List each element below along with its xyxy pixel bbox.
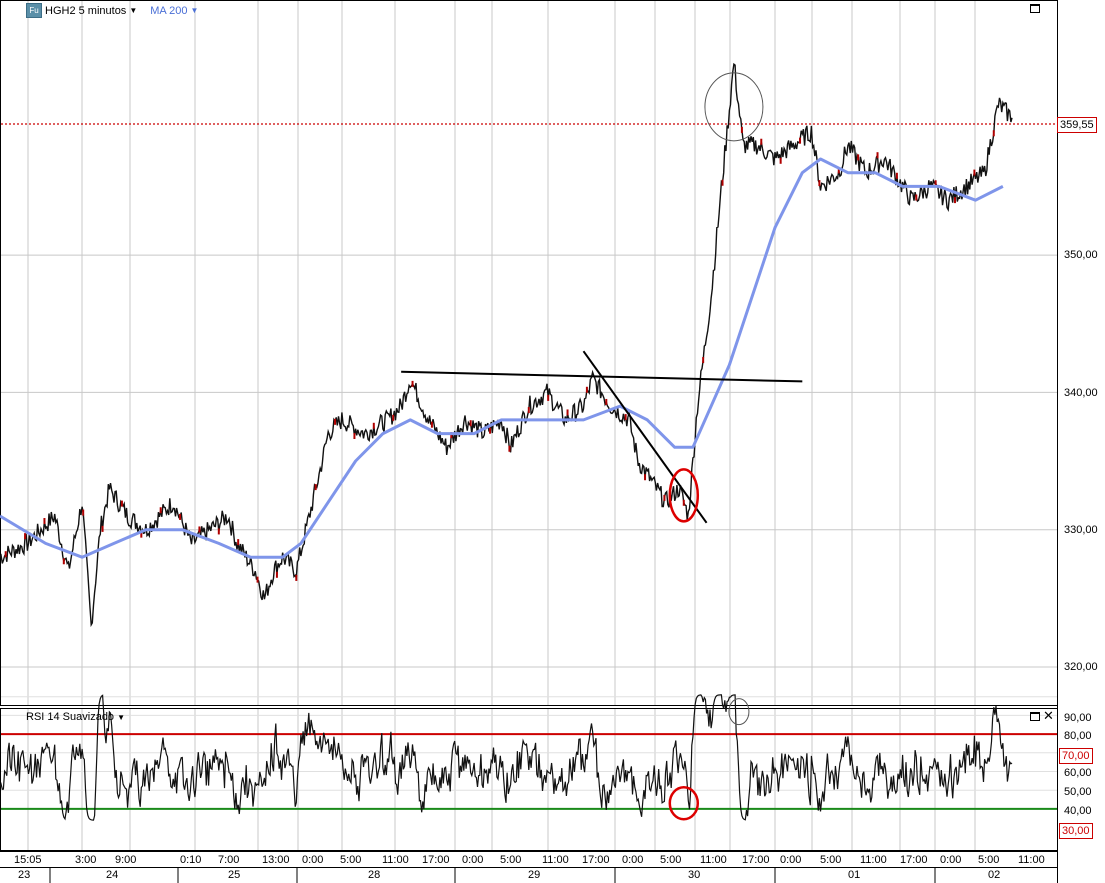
- time-tick: 0:00: [780, 854, 802, 866]
- time-tick: 11:00: [382, 854, 409, 866]
- time-tick: 5:00: [340, 854, 362, 866]
- time-tick: 0:00: [462, 854, 484, 866]
- price-panel-frame: [0, 0, 1058, 706]
- rsi-annotation-circle: [668, 786, 700, 821]
- price-tick: 350,00: [1064, 249, 1098, 261]
- last-price-label: 359,55: [1057, 117, 1097, 133]
- day-tick: 02: [988, 869, 1001, 881]
- chevron-down-icon[interactable]: ▼: [191, 6, 199, 15]
- time-tick: 5:00: [660, 854, 682, 866]
- time-tick: 0:00: [940, 854, 962, 866]
- chevron-down-icon[interactable]: ▼: [117, 713, 125, 722]
- time-tick: 5:00: [500, 854, 522, 866]
- rsi-lower-level-label: 30,00: [1059, 823, 1093, 839]
- time-tick: 5:00: [978, 854, 1000, 866]
- rsi-tick: 90,00: [1064, 712, 1092, 724]
- rsi-title[interactable]: RSI 14 Suavizado: [26, 711, 114, 723]
- rsi-tick: 50,00: [1064, 786, 1092, 798]
- rsi-panel-frame: [0, 708, 1058, 851]
- price-series-line: [0, 62, 1013, 628]
- time-tick: 7:00: [218, 854, 240, 866]
- day-tick: 30: [688, 869, 701, 881]
- time-tick: 0:10: [180, 854, 202, 866]
- rsi-header: RSI 14 Suavizado ▼: [26, 711, 125, 723]
- time-tick: 11:00: [700, 854, 727, 866]
- close-icon[interactable]: ✕: [1043, 709, 1054, 722]
- rsi-tick: 80,00: [1064, 730, 1092, 742]
- day-tick: 25: [228, 869, 241, 881]
- time-tick: 17:00: [422, 854, 450, 866]
- day-tick: 24: [106, 869, 119, 881]
- symbol-label[interactable]: HGH2 5 minutos: [45, 5, 126, 17]
- ma-indicator-label[interactable]: MA 200: [150, 5, 187, 17]
- chevron-down-icon[interactable]: ▼: [129, 6, 137, 15]
- time-tick: 9:00: [115, 854, 137, 866]
- time-tick: 17:00: [742, 854, 770, 866]
- chart-canvas: [0, 0, 1058, 883]
- price-tick: 340,00: [1064, 387, 1098, 399]
- time-tick: 17:00: [900, 854, 928, 866]
- maximize-icon[interactable]: [1030, 712, 1040, 721]
- time-tick: 13:00: [262, 854, 290, 866]
- time-tick: 11:00: [542, 854, 569, 866]
- time-tick: 17:00: [582, 854, 610, 866]
- time-tick: 11:00: [860, 854, 887, 866]
- time-tick: 3:00: [75, 854, 97, 866]
- time-tick: 5:00: [820, 854, 842, 866]
- price-tick: 330,00: [1064, 524, 1098, 536]
- price-tick: 320,00: [1064, 661, 1098, 673]
- day-tick: 23: [18, 869, 31, 881]
- rsi-annotation-circle: [728, 698, 750, 726]
- time-tick: 0:00: [622, 854, 644, 866]
- annotation-circle: [704, 72, 764, 142]
- day-tick: 29: [528, 869, 541, 881]
- chart-header: Fu HGH2 5 minutos ▼ MA 200 ▼: [26, 3, 198, 18]
- rsi-tick: 60,00: [1064, 767, 1092, 779]
- rsi-series-line: [0, 694, 1013, 821]
- day-tick: 01: [848, 869, 861, 881]
- rsi-upper-level-label: 70,00: [1059, 748, 1093, 764]
- time-tick: 11:00: [1018, 854, 1045, 866]
- futures-icon: Fu: [26, 3, 42, 18]
- maximize-icon[interactable]: [1030, 4, 1040, 13]
- time-tick: 0:00: [302, 854, 324, 866]
- day-tick: 28: [368, 869, 381, 881]
- rsi-tick: 40,00: [1064, 805, 1092, 817]
- time-tick: 15:05: [14, 854, 42, 866]
